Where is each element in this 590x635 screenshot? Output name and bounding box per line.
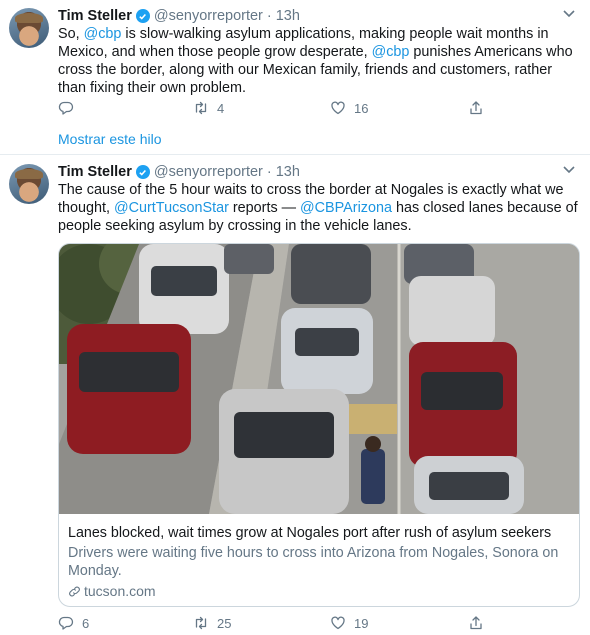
- reply-button[interactable]: [58, 100, 82, 116]
- chevron-down-icon[interactable]: [562, 9, 576, 19]
- mention-link[interactable]: @cbp: [84, 26, 122, 42]
- timestamp[interactable]: 13h: [276, 164, 300, 180]
- heart-icon: [331, 616, 345, 630]
- link-card[interactable]: Lanes blocked, wait times grow at Nogale…: [58, 243, 580, 607]
- tweet-text: So, @cbp is slow-walking asylum applicat…: [58, 25, 580, 97]
- retweet-count: 25: [217, 615, 232, 631]
- reply-icon: [58, 616, 74, 630]
- card-description: Drivers were waiting five hours to cross…: [68, 545, 559, 579]
- separator: ·: [266, 164, 272, 180]
- card-image[interactable]: [59, 244, 579, 514]
- author-handle[interactable]: @senyorreporter: [154, 8, 263, 24]
- card-body: Lanes blocked, wait times grow at Nogale…: [68, 524, 568, 599]
- tweet-header: Tim Steller @senyorreporter · 13h: [58, 163, 300, 181]
- like-count: 16: [354, 100, 369, 116]
- mention-link[interactable]: @CBPArizona: [300, 200, 392, 216]
- reply-count: 6: [82, 615, 90, 631]
- timestamp[interactable]: 13h: [276, 8, 300, 24]
- reply-icon: [58, 101, 74, 115]
- card-title[interactable]: Lanes blocked, wait times grow at Nogale…: [68, 524, 568, 542]
- separator: ·: [266, 8, 272, 24]
- chevron-down-icon[interactable]: [562, 165, 576, 175]
- author-name[interactable]: Tim Steller: [58, 164, 132, 180]
- tweet-text-segment: So,: [58, 26, 84, 42]
- verified-badge-icon: [135, 9, 150, 23]
- author-name[interactable]: Tim Steller: [58, 8, 132, 24]
- share-button[interactable]: [468, 615, 484, 631]
- avatar[interactable]: [9, 8, 49, 48]
- card-domain[interactable]: tucson.com: [68, 583, 568, 599]
- author-handle[interactable]: @senyorreporter: [154, 164, 263, 180]
- mention-link[interactable]: @CurtTucsonStar: [114, 200, 229, 216]
- like-button[interactable]: 16: [330, 100, 368, 116]
- mention-link[interactable]: @cbp: [372, 44, 410, 60]
- heart-icon: [331, 101, 345, 115]
- retweet-button[interactable]: 4: [193, 100, 224, 116]
- card-domain-text: tucson.com: [84, 583, 156, 599]
- like-count: 19: [354, 615, 369, 631]
- retweet-button[interactable]: 25: [193, 615, 231, 631]
- tweet-actions: 6 25 19: [58, 615, 498, 635]
- avatar[interactable]: [9, 164, 49, 204]
- verified-badge-icon: [135, 165, 150, 179]
- link-icon: [69, 586, 80, 596]
- show-thread-link[interactable]: Mostrar este hilo: [58, 131, 161, 147]
- retweet-count: 4: [217, 100, 225, 116]
- retweet-icon: [195, 616, 207, 630]
- retweet-icon: [195, 101, 207, 115]
- share-icon: [470, 101, 482, 115]
- reply-button[interactable]: 6: [58, 615, 89, 631]
- tweet-header: Tim Steller @senyorreporter · 13h: [58, 7, 300, 25]
- share-button[interactable]: [468, 100, 484, 116]
- tweet-text-segment: reports —: [228, 200, 301, 216]
- tweet-1[interactable]: Tim Steller @senyorreporter · 13h So, @c…: [0, 0, 590, 155]
- tweet-2[interactable]: Tim Steller @senyorreporter · 13h The ca…: [0, 156, 590, 631]
- tweet-text: The cause of the 5 hour waits to cross t…: [58, 181, 580, 235]
- share-icon: [470, 616, 482, 630]
- tweet-actions: 4 16: [58, 100, 498, 120]
- like-button[interactable]: 19: [330, 615, 368, 631]
